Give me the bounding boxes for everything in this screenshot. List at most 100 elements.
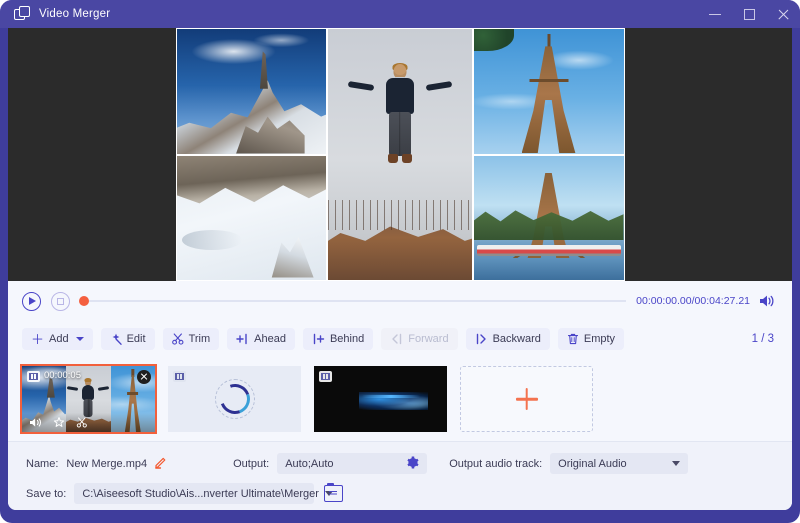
title-bar: Video Merger [0,0,800,28]
bare-trees-shape [327,199,472,230]
tower-deck-upper [529,78,568,82]
name-value: New Merge.mp4 [66,457,148,470]
output-settings-bar: Name: New Merge.mp4 Output: Auto;Auto Ou… [8,441,792,510]
playhead-handle[interactable] [79,296,89,306]
preview-collage [175,28,625,281]
chevron-down-icon [75,337,84,341]
clip-2-preview [168,366,301,432]
scissors-icon [171,333,184,345]
clip-3-streak-shape [361,395,421,399]
settings-row-primary: Name: New Merge.mp4 Output: Auto;Auto Ou… [26,453,689,474]
output-label: Output: [233,457,270,470]
clip-pager: 1 / 3 [751,333,774,345]
folder-icon[interactable] [324,482,344,502]
preview-column-left [175,28,327,281]
seek-bar[interactable] [79,291,627,311]
man-figure [347,63,452,172]
forward-button: Forward [381,328,458,350]
film-strip-icon [173,371,186,382]
plus-icon: ＋ [31,331,45,347]
add-button-label: Add [49,333,69,345]
preview-pane-eiffel-base [472,154,625,281]
trim-button-label: Trim [188,333,211,345]
add-button[interactable]: ＋ Add [22,328,93,350]
output-format-field[interactable]: Auto;Auto [277,453,428,474]
clip-toolbar: ＋ Add Edit Trim Ahead Behind Forward Bac… [8,321,792,357]
snow-rock-shape [271,237,314,278]
trash-icon [567,333,579,345]
gear-icon[interactable] [406,456,419,472]
man-shoe-right [401,154,412,164]
river-boat-shape [476,245,621,257]
settings-row-path: Save to: C:\Aiseesoft Studio\Ais...nvert… [26,482,344,504]
audio-track-label: Output audio track: [449,457,543,470]
chevron-down-icon [672,461,681,466]
man-torso [385,78,414,115]
window-body: 00:00:00.00/00:04:27.21 ＋ Add Edit Trim … [8,28,792,510]
clip-strip: 00:00:05 [8,357,792,441]
save-to-value: C:\Aiseesoft Studio\Ais...nverter Ultima… [82,487,319,500]
app-title: Video Merger [39,8,111,20]
timecode-display: 00:00:00.00/00:04:27.21 [636,295,750,307]
volume-icon[interactable] [758,294,778,308]
snow-shadow-shape [182,230,243,251]
ahead-button-label: Ahead [254,333,286,345]
preview-column-right [472,28,625,281]
preview-pane-levitating-man [326,28,473,281]
maximize-icon[interactable] [732,0,766,28]
seek-track [84,300,627,302]
man-arm-right [425,81,452,92]
preview-pane-eiffel-upper [472,28,625,155]
clip-thumbnail-2[interactable] [168,366,301,432]
snow-cliff-shape [176,155,326,204]
pencil-icon[interactable] [154,456,167,472]
move-backward-icon [475,333,488,345]
behind-button[interactable]: Behind [302,328,374,350]
add-clip-slot[interactable] [460,366,593,432]
clip-1-duration: 00:00:05 [44,370,81,381]
minimize-icon[interactable] [698,0,732,28]
name-label: Name: [26,457,59,470]
close-icon[interactable] [766,0,800,28]
man-legs [388,112,411,157]
trim-button[interactable]: Trim [162,328,220,350]
stop-icon[interactable] [51,291,70,311]
clip-thumbnail-3[interactable] [314,366,447,432]
save-to-select[interactable]: C:\Aiseesoft Studio\Ais...nverter Ultima… [74,483,333,504]
insert-behind-icon [312,333,325,345]
film-strip-icon [319,371,332,382]
video-merger-window: Video Merger 00:00:00.00/00:04:27.21 ＋ A… [0,0,800,523]
clip-1-tools [22,413,155,432]
output-format-value: Auto;Auto [285,457,334,470]
tower-body [521,46,576,154]
empty-button[interactable]: Empty [557,328,625,350]
mountain-spire-shape [259,51,268,89]
backward-button[interactable]: Backward [465,328,550,350]
app-window-icon [14,6,30,22]
play-icon[interactable] [22,291,41,311]
clip-effects-icon[interactable] [53,417,65,428]
window-controls [698,0,800,28]
ahead-button[interactable]: Ahead [227,328,295,350]
seine-river-shape [473,257,624,280]
audio-track-select[interactable]: Original Audio [550,453,689,474]
clip-scissors-icon[interactable] [76,417,88,428]
magic-wand-icon [110,333,122,345]
audio-track-value: Original Audio [558,457,627,470]
behind-button-label: Behind [329,333,365,345]
eiffel-tower-upper-shape [474,29,624,154]
clip-1-close-icon[interactable] [137,370,151,384]
clip-thumbnail-1[interactable]: 00:00:05 [20,364,157,434]
edit-button[interactable]: Edit [100,328,155,350]
move-forward-icon [390,333,403,345]
empty-button-label: Empty [583,333,616,345]
edit-button-label: Edit [126,333,146,345]
clip-volume-icon[interactable] [29,417,42,428]
transport-bar: 00:00:00.00/00:04:27.21 [8,281,792,321]
backward-button-label: Backward [492,333,541,345]
preview-stage[interactable] [8,28,792,281]
plus-icon [516,388,538,410]
save-to-label: Save to: [26,487,67,500]
preview-column-middle [326,28,473,281]
film-strip-icon [27,371,40,382]
